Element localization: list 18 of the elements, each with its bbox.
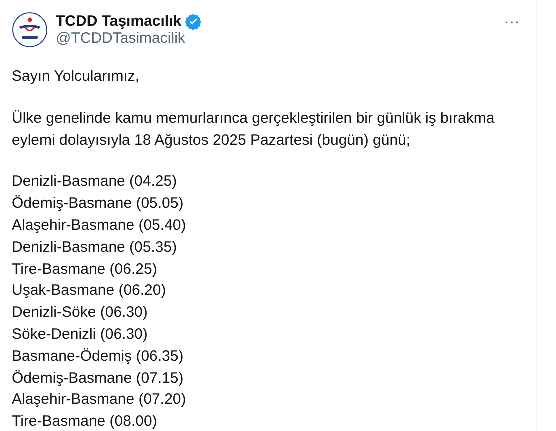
more-options-button[interactable]: ··· [500,14,524,32]
train-line: Alaşehir-Basmane (05.40) [12,216,186,236]
train-line: Denizli-Basmane (05.35) [12,238,178,258]
train-line: Denizli-Söke (06.30) [12,303,148,324]
train-line: Söke-Denizli (06.30) [12,324,148,345]
train-line: Ödemiş-Basmane (05.05) [12,194,184,214]
train-line: Basmane-Ödemiş (06.35) [12,346,184,367]
train-line: Alaşehir-Basmane (07.20) [12,390,186,410]
train-line: Denizli-Basmane (04.25) [12,172,178,192]
post-paragraph: Ülke genelinde kamu memurlarınca gerçekleştirilen bir günlük iş bırakma eylemi dolayısıyla 18 Ağustos 2025 Pazartesi (bugün) günü; [12,108,496,151]
train-line: Uşak-Basmane (06.20) [12,281,166,302]
train-line: Tire-Basmane (06.25) [12,260,158,280]
avatar-logo-icon[interactable] [12,12,48,48]
author-name[interactable]: TCDD Taşımacılık [56,13,182,30]
train-line: Ödemiş-Basmane (07.15) [12,368,184,389]
author-handle[interactable]: @TCDDTasimacilik [56,30,492,47]
post-paragraph: Sayın Yolcularımız, [12,67,141,87]
train-line: Tire-Basmane (08.00) [12,412,158,431]
